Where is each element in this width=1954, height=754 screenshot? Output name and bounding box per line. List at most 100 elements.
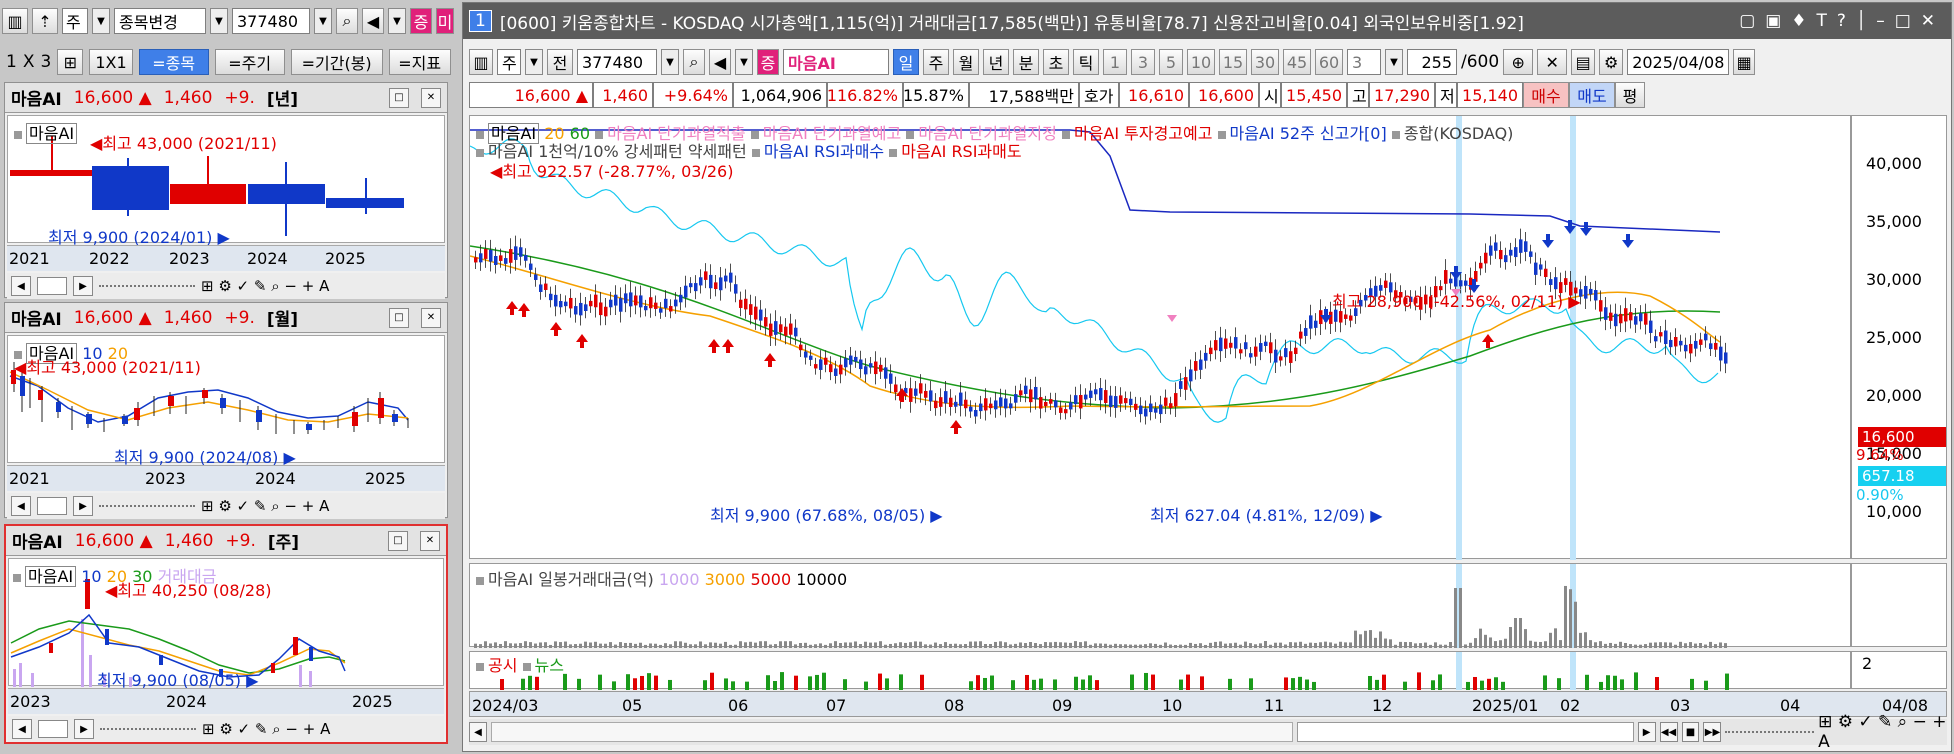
period-1[interactable]: 1 bbox=[6, 52, 17, 72]
period-year[interactable]: 년 bbox=[983, 49, 1009, 75]
calendar-icon[interactable]: ▦ bbox=[1733, 49, 1756, 75]
chevron-down-icon[interactable]: ▼ bbox=[388, 8, 406, 34]
rewind-icon[interactable]: ◀◀ bbox=[1659, 722, 1678, 742]
tools-icons[interactable]: ⊞ ⚙ ✓ ✎ ⌕ − + A bbox=[201, 497, 329, 515]
search-icon[interactable]: ⌕ bbox=[683, 49, 705, 75]
chevron-down-icon[interactable]: ▼ bbox=[1385, 49, 1403, 75]
chevron-down-icon[interactable]: ▼ bbox=[210, 8, 228, 34]
period-3[interactable]: 3 bbox=[40, 52, 51, 72]
draw-tool-icon[interactable]: ✕ bbox=[1537, 49, 1568, 75]
buy-button[interactable]: 매수 bbox=[1523, 82, 1569, 108]
flat-button[interactable]: 평 bbox=[1615, 82, 1645, 108]
gear-icon[interactable]: ⚙ bbox=[1599, 49, 1624, 75]
period-month[interactable]: 월 bbox=[953, 49, 979, 75]
period-x[interactable]: X bbox=[23, 52, 35, 72]
scroll-left-icon[interactable]: ◀ bbox=[11, 496, 31, 516]
volume-bar bbox=[1154, 643, 1157, 648]
chevron-down-icon[interactable]: ▼ bbox=[661, 49, 679, 75]
stock-name-field[interactable]: 마음AI bbox=[783, 49, 889, 75]
chevron-down-icon[interactable]: ▼ bbox=[735, 49, 753, 75]
period-second[interactable]: 초 bbox=[1043, 49, 1069, 75]
candle-body bbox=[994, 400, 998, 410]
interval-10[interactable]: 10 bbox=[1187, 49, 1215, 75]
interval-1[interactable]: 1 bbox=[1103, 49, 1127, 75]
indicator-button[interactable]: =지표 bbox=[388, 49, 451, 75]
interval-select[interactable]: 3 bbox=[1347, 49, 1381, 75]
fast-forward-icon[interactable]: ▶▶ bbox=[1703, 722, 1722, 742]
speaker-icon[interactable]: ◀ bbox=[709, 49, 731, 75]
speaker-icon[interactable]: ◀ bbox=[362, 8, 384, 34]
window-controls-icon[interactable]: ▢▣♦T?│–□✕ bbox=[1739, 11, 1945, 31]
scroll-right-icon[interactable]: ▶ bbox=[1637, 722, 1656, 742]
close-icon[interactable]: ✕ bbox=[421, 307, 441, 328]
sell-button[interactable]: 매도 bbox=[1569, 82, 1615, 108]
code-input[interactable]: 377480 bbox=[577, 49, 657, 75]
scrollbar-thumb[interactable] bbox=[1296, 722, 1634, 742]
search-icon[interactable]: ⌕ bbox=[336, 8, 358, 34]
scroll-left-icon[interactable]: ◀ bbox=[12, 719, 32, 739]
scrollbar-thumb[interactable] bbox=[38, 720, 68, 738]
prev-button[interactable]: 전 bbox=[547, 49, 573, 75]
market-tag[interactable]: 증 bbox=[410, 8, 432, 34]
stock-change-input[interactable]: 종목변경 bbox=[114, 8, 206, 34]
interval-5[interactable]: 5 bbox=[1159, 49, 1183, 75]
bar-count-input[interactable]: 255 bbox=[1407, 49, 1457, 75]
volume-bar bbox=[1414, 643, 1417, 648]
stop-icon[interactable]: ■ bbox=[1681, 722, 1700, 742]
interval-60[interactable]: 60 bbox=[1315, 49, 1343, 75]
zoom-slider[interactable] bbox=[99, 505, 195, 507]
tools-icons[interactable]: ⊞ ⚙ ✓ ✎ ⌕ − + A bbox=[1818, 712, 1947, 752]
news-bar bbox=[626, 674, 630, 690]
close-icon[interactable]: ✕ bbox=[421, 87, 441, 108]
scroll-right-icon[interactable]: ▶ bbox=[73, 496, 93, 516]
news-bar bbox=[1375, 679, 1379, 690]
interval-15[interactable]: 15 bbox=[1219, 49, 1247, 75]
scroll-left-icon[interactable]: ◀ bbox=[11, 276, 31, 296]
scroll-right-icon[interactable]: ▶ bbox=[73, 276, 93, 296]
item-button[interactable]: =종목 bbox=[138, 49, 209, 75]
volume-bar bbox=[504, 641, 507, 648]
interval-30[interactable]: 30 bbox=[1251, 49, 1279, 75]
scrollbar-thumb[interactable] bbox=[37, 277, 67, 295]
volume-bar bbox=[1204, 644, 1207, 648]
chart-type-select[interactable]: 주 bbox=[62, 8, 88, 34]
ratio-button[interactable]: 1X1 bbox=[89, 49, 133, 75]
zoom-slider[interactable] bbox=[1725, 731, 1815, 733]
period-day[interactable]: 일 bbox=[893, 49, 919, 75]
candle-body bbox=[814, 364, 818, 369]
maximize-icon[interactable]: □ bbox=[389, 307, 409, 328]
chevron-down-icon[interactable]: ▼ bbox=[525, 49, 543, 75]
chart-type-select[interactable]: 주 bbox=[497, 49, 521, 75]
horizontal-scrollbar[interactable] bbox=[490, 722, 1293, 742]
zoom-slider[interactable] bbox=[99, 285, 195, 287]
scroll-left-icon[interactable]: ◀ bbox=[469, 722, 487, 742]
chevron-down-icon[interactable]: ▼ bbox=[314, 8, 332, 34]
date-input[interactable]: 2025/04/08 bbox=[1627, 49, 1730, 75]
layout-icon[interactable]: ▥ bbox=[2, 8, 28, 34]
maximize-icon[interactable]: □ bbox=[388, 530, 408, 551]
layout-icon[interactable]: ▥ bbox=[469, 49, 493, 75]
period-minute[interactable]: 분 bbox=[1013, 49, 1039, 75]
chevron-down-icon[interactable]: ▼ bbox=[92, 8, 110, 34]
candle-body bbox=[1724, 352, 1728, 364]
code-input[interactable]: 377480 bbox=[232, 8, 310, 34]
market-tag[interactable]: 증 bbox=[757, 49, 779, 75]
save-icon[interactable]: ▤ bbox=[1571, 49, 1596, 75]
tools-icons[interactable]: ⊞ ⚙ ✓ ✎ ⌕ − + A bbox=[201, 277, 329, 295]
market-tag-2[interactable]: 미 bbox=[436, 8, 454, 34]
pin-icon[interactable]: ⇡ bbox=[32, 8, 58, 34]
period-tick[interactable]: 틱 bbox=[1073, 49, 1099, 75]
crosshair-icon[interactable]: ⊕ bbox=[1503, 49, 1534, 75]
scroll-right-icon[interactable]: ▶ bbox=[74, 719, 94, 739]
range-button[interactable]: =기간(봉) bbox=[290, 49, 383, 75]
grid-icon[interactable]: ⊞ bbox=[57, 49, 84, 75]
interval-3[interactable]: 3 bbox=[1131, 49, 1155, 75]
maximize-icon[interactable]: □ bbox=[389, 87, 409, 108]
cycle-button[interactable]: =주기 bbox=[214, 49, 285, 75]
scrollbar-thumb[interactable] bbox=[37, 497, 67, 515]
tools-icons[interactable]: ⊞ ⚙ ✓ ✎ ⌕ − + A bbox=[202, 720, 330, 738]
interval-45[interactable]: 45 bbox=[1283, 49, 1311, 75]
zoom-slider[interactable] bbox=[100, 728, 196, 730]
period-week[interactable]: 주 bbox=[923, 49, 949, 75]
close-icon[interactable]: ✕ bbox=[420, 530, 440, 551]
